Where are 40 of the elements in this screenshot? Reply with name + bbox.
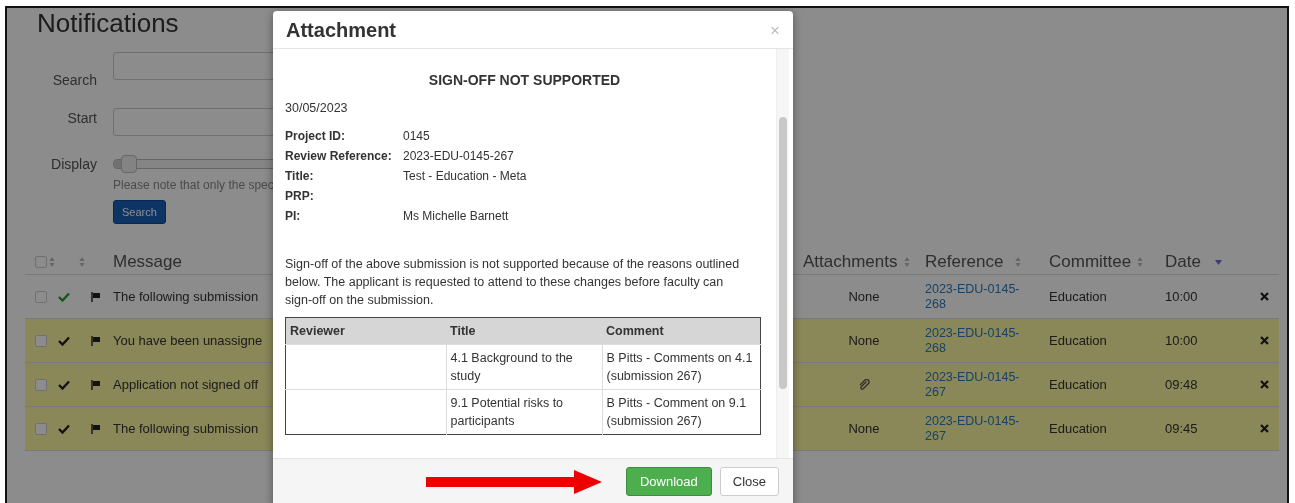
date-cell-text: 09:45	[1165, 421, 1199, 436]
field-label: PI:	[285, 209, 302, 223]
table-header: Comment	[602, 317, 761, 345]
attachments-cell-text: None	[847, 289, 881, 304]
table-cell: 4.1 Background to the study	[446, 344, 602, 390]
table-header: Title	[446, 317, 602, 345]
field-label: Display	[51, 156, 97, 172]
date-cell-text: 10:00	[1165, 333, 1199, 348]
committee-cell-text: Education	[1049, 377, 1108, 392]
attachments-cell-text: None	[847, 333, 881, 348]
field-label: Project ID:	[285, 129, 346, 143]
field-label: Title:	[285, 169, 315, 183]
document-heading: SIGN-OFF NOT SUPPORTED	[427, 72, 622, 88]
note-text: Please note that only the spec	[113, 178, 275, 192]
field-label: Start	[67, 110, 97, 126]
body-paragraph: Sign-off of the above submission is not supported because of the reasons outlined below. The applicant is requested to attend to these changes before faculty can sign-off on the submission.	[285, 256, 741, 309]
document-date: 30/05/2023	[285, 101, 349, 115]
field-value: Test - Education - Meta	[403, 169, 528, 183]
table-header: Reviewer	[285, 317, 446, 345]
table-cell: B Pitts - Comments on 4.1 (submission 267)	[602, 344, 761, 390]
committee-cell-text: Education	[1049, 333, 1108, 348]
field-value: 2023-EDU-0145-267	[403, 149, 515, 163]
table-cell: 9.1 Potential risks to participants	[446, 389, 602, 435]
date-cell-text: 10:00	[1165, 289, 1199, 304]
message-cell-text: Application not signed off	[113, 377, 260, 392]
committee-cell-text: Education	[1049, 289, 1108, 304]
committee-cell-text: Education	[1049, 421, 1108, 436]
dialog-title: Attachment	[286, 19, 396, 42]
message-cell-text: You have been unassigne	[113, 333, 264, 348]
date-cell-text: 09:48	[1165, 377, 1199, 392]
field-label: Review Reference:	[285, 149, 393, 163]
field-value: Ms Michelle Barnett	[403, 209, 510, 223]
attachments-cell-text: None	[847, 421, 881, 436]
page-title: Notifications	[37, 8, 179, 38]
field-label: PRP:	[285, 189, 315, 203]
message-cell-text: The following submission	[113, 289, 260, 304]
message-cell-text: The following submission	[113, 421, 260, 436]
field-value: 0145	[403, 129, 431, 143]
table-cell: B Pitts - Comment on 9.1 (submission 267)	[602, 389, 761, 435]
field-label: Search	[52, 72, 97, 88]
